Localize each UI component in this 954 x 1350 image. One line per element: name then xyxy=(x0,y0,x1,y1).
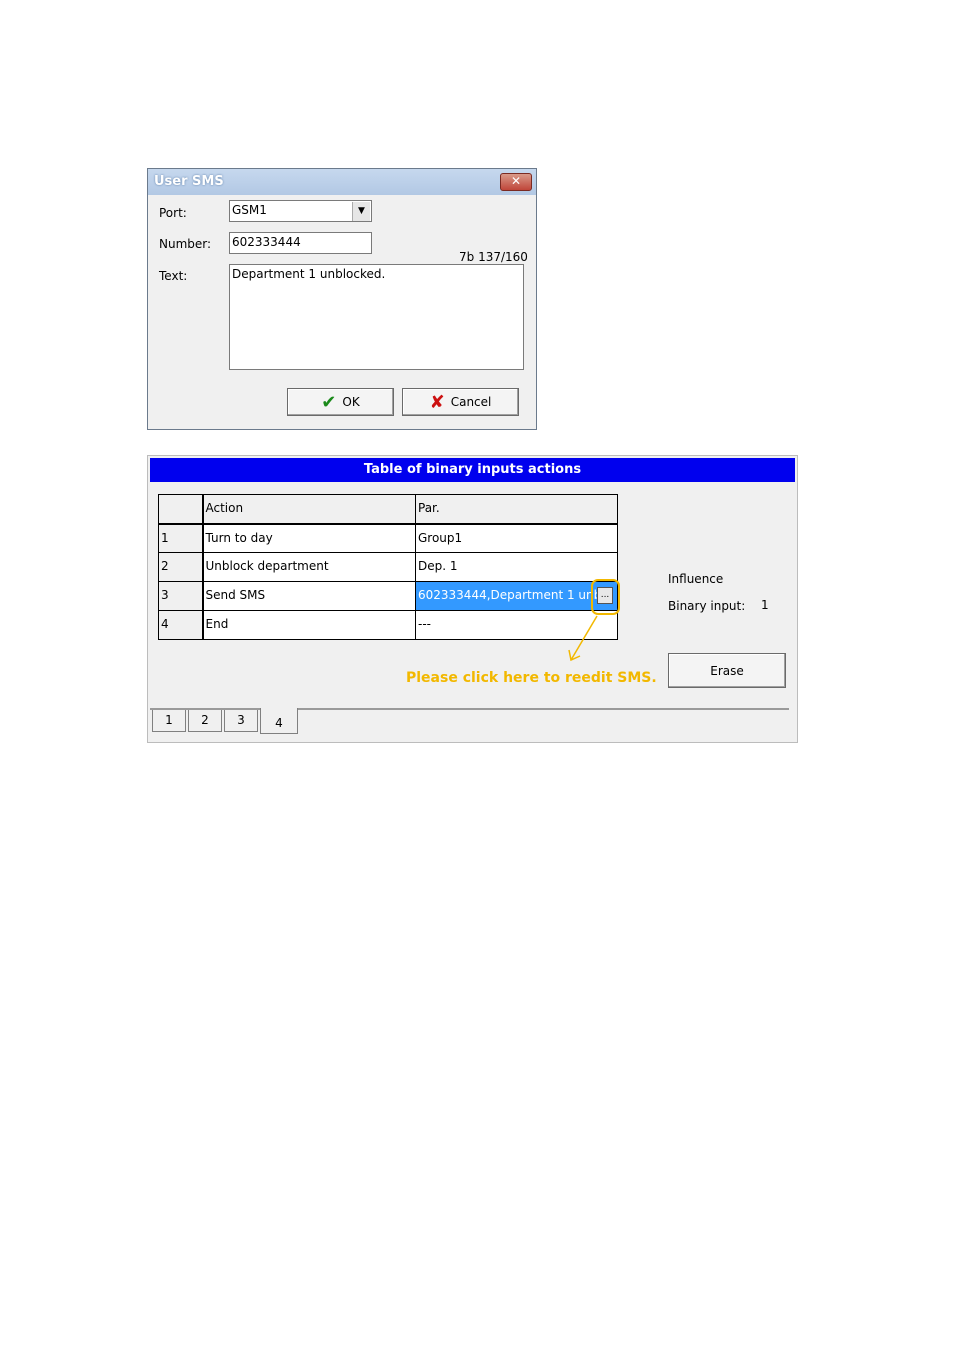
text-label: Text: xyxy=(159,269,188,283)
sms-text-area[interactable]: Department 1 unblocked. xyxy=(229,264,524,370)
par-cell-selected[interactable]: 602333444,Department 1 unbl ... xyxy=(415,581,618,611)
dialog-title-bar: User SMS ✕ xyxy=(148,169,536,195)
column-header-number xyxy=(158,494,204,525)
highlight-ring xyxy=(591,579,620,615)
reedit-hint: Please click here to reedit SMS. xyxy=(406,670,657,686)
binary-input-label: Binary input: xyxy=(668,599,746,613)
tab-2[interactable]: 2 xyxy=(188,710,222,732)
table-row[interactable]: 2 Unblock department Dep. 1 xyxy=(158,552,618,582)
erase-button[interactable]: Erase xyxy=(668,653,786,688)
port-label: Port: xyxy=(159,206,187,220)
actions-table: Action Par. 1 Turn to day Group1 2 Unblo… xyxy=(158,494,618,640)
table-row[interactable]: 4 End --- xyxy=(158,610,618,640)
arrow-icon xyxy=(568,615,598,662)
table-row[interactable]: 3 Send SMS 602333444,Department 1 unbl .… xyxy=(158,581,618,611)
par-cell[interactable]: Group1 xyxy=(415,523,618,553)
row-number: 1 xyxy=(158,523,204,553)
chevron-down-icon[interactable]: ▼ xyxy=(352,202,370,221)
tab-3[interactable]: 3 xyxy=(224,710,258,732)
action-cell[interactable]: Send SMS xyxy=(202,581,416,611)
tab-4[interactable]: 4 xyxy=(260,708,298,734)
number-label: Number: xyxy=(159,237,212,251)
action-cell[interactable]: End xyxy=(202,610,416,640)
binary-inputs-panel: Table of binary inputs actions Action Pa… xyxy=(147,455,798,743)
par-cell[interactable]: Dep. 1 xyxy=(415,552,618,582)
panel-title: Table of binary inputs actions xyxy=(150,458,795,482)
erase-button-label: Erase xyxy=(710,663,744,678)
port-select-value: GSM1 xyxy=(232,203,267,217)
table-header-row: Action Par. xyxy=(158,494,618,525)
checkmark-icon: ✔ xyxy=(321,391,337,413)
cross-icon: ✘ xyxy=(429,391,445,413)
row-number: 3 xyxy=(158,581,204,611)
tab-1[interactable]: 1 xyxy=(152,710,186,732)
column-header-par: Par. xyxy=(415,494,618,525)
ok-button-label: OK xyxy=(342,395,360,409)
action-cell[interactable]: Turn to day xyxy=(202,523,416,553)
action-cell[interactable]: Unblock department xyxy=(202,552,416,582)
table-row[interactable]: 1 Turn to day Group1 xyxy=(158,523,618,553)
number-field[interactable]: 602333444 xyxy=(229,232,372,254)
row-number: 4 xyxy=(158,610,204,640)
binary-input-value: 1 xyxy=(761,598,769,612)
dialog-title: User SMS xyxy=(154,174,224,189)
character-counter: 7b 137/160 xyxy=(459,250,528,264)
influence-label: Influence xyxy=(668,572,724,586)
user-sms-dialog: User SMS ✕ Port: GSM1 ▼ Number: 60233344… xyxy=(147,168,537,430)
ok-button[interactable]: ✔ OK xyxy=(287,388,394,416)
cancel-button-label: Cancel xyxy=(450,395,492,409)
port-select[interactable]: GSM1 ▼ xyxy=(229,200,372,222)
column-header-action: Action xyxy=(202,494,416,525)
row-number: 2 xyxy=(158,552,204,582)
par-cell-text: 602333444,Department 1 unbl xyxy=(418,588,605,602)
cancel-button[interactable]: ✘ Cancel xyxy=(402,388,519,416)
close-icon[interactable]: ✕ xyxy=(500,173,532,191)
